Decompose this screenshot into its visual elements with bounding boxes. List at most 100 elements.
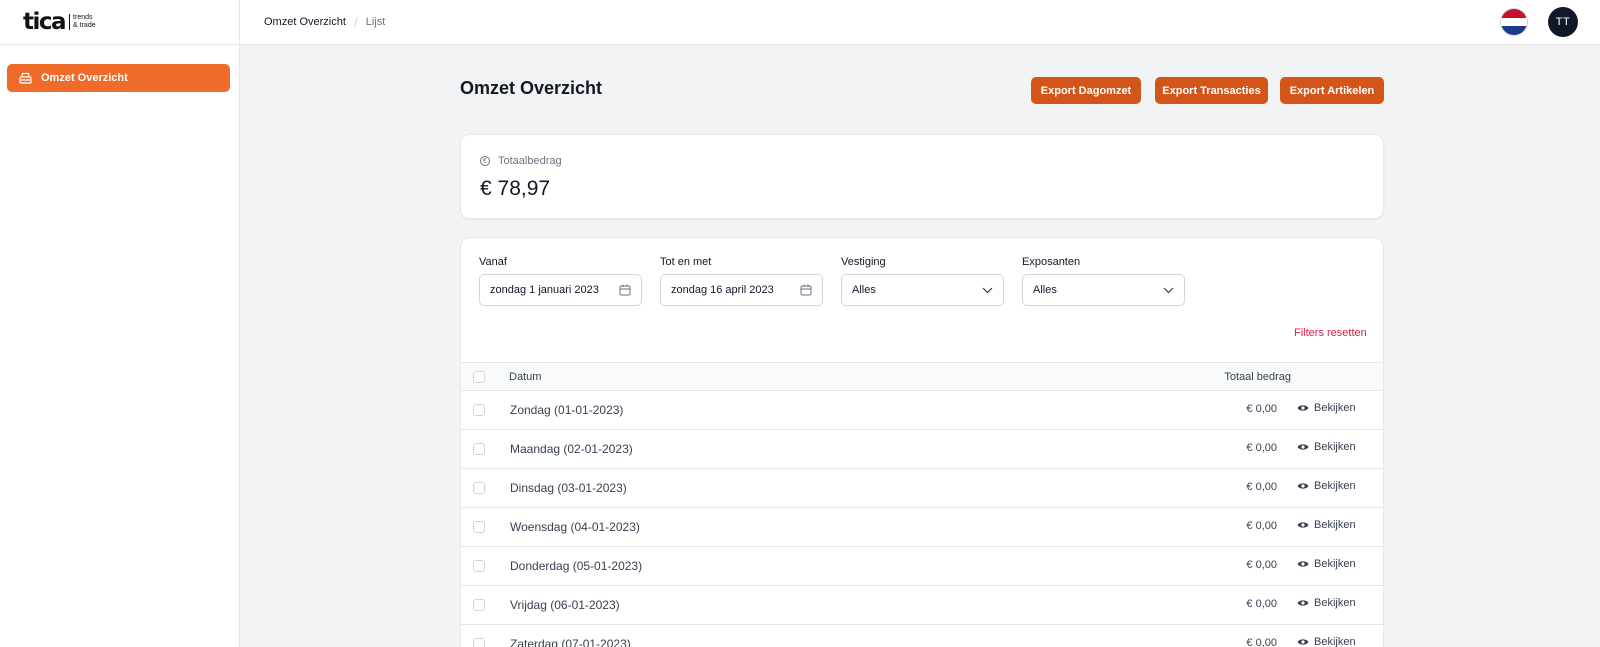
row-date: Vrijdag (06-01-2023) [510,598,620,612]
filter-exposanten-label: Exposanten [1022,256,1081,268]
row-checkbox[interactable] [473,404,485,416]
eye-icon [1297,561,1309,567]
filter-tot-en-met: Tot en met zondag 16 april 2023 [660,256,823,306]
vestiging-value: Alles [852,284,876,296]
row-amount: € 0,00 [1246,403,1277,415]
sidebar-item-label: Omzet Overzicht [41,72,128,84]
brand-logo[interactable]: tica trends & trade [0,0,239,45]
eye-icon [1297,405,1309,411]
exposanten-value: Alles [1033,284,1057,296]
view-button[interactable]: Bekijken [1297,558,1356,570]
breadcrumb-omzet-overzicht[interactable]: Omzet Overzicht [264,16,346,28]
eye-icon [1297,444,1309,450]
view-button[interactable]: Bekijken [1297,636,1356,647]
chevron-down-icon [982,287,993,293]
view-label: Bekijken [1314,480,1356,492]
view-button[interactable]: Bekijken [1297,441,1356,453]
table-row: Maandag (02-01-2023) € 0,00 Bekijken [461,430,1383,469]
row-checkbox[interactable] [473,599,485,611]
total-value: € 78,97 [480,177,551,200]
column-header-datum[interactable]: Datum [509,371,541,383]
row-amount: € 0,00 [1246,598,1277,610]
filter-vestiging: Vestiging Alles [841,256,1004,306]
row-date: Zondag (01-01-2023) [510,403,624,417]
row-date: Dinsdag (03-01-2023) [510,481,627,495]
view-button[interactable]: Bekijken [1297,402,1356,414]
row-checkbox[interactable] [473,638,485,647]
total-amount-card: € Totaalbedrag € 78,97 [460,134,1384,219]
view-button[interactable]: Bekijken [1297,519,1356,531]
filter-vanaf-label: Vanaf [479,256,507,268]
total-label: € Totaalbedrag [480,155,562,167]
euro-icon: € [480,156,490,166]
netherlands-flag-icon[interactable] [1500,8,1528,36]
view-label: Bekijken [1314,558,1356,570]
breadcrumb: Omzet Overzicht / Lijst [264,0,385,44]
row-checkbox[interactable] [473,560,485,572]
select-all-checkbox[interactable] [473,371,485,383]
filter-tot-label: Tot en met [660,256,712,268]
export-artikelen-button[interactable]: Export Artikelen [1280,77,1384,104]
column-header-totaal-bedrag[interactable]: Totaal bedrag [1224,371,1291,383]
view-label: Bekijken [1314,402,1356,414]
row-checkbox[interactable] [473,521,485,533]
view-label: Bekijken [1314,636,1356,647]
eye-icon [1297,600,1309,606]
eye-icon [1297,483,1309,489]
eye-icon [1297,639,1309,645]
row-date: Donderdag (05-01-2023) [510,559,643,573]
eye-icon [1297,522,1309,528]
table-row: Zondag (01-01-2023) € 0,00 Bekijken [461,391,1383,430]
table-row: Zaterdag (07-01-2023) € 0,00 Bekijken [461,625,1383,647]
row-amount: € 0,00 [1246,442,1277,454]
user-avatar[interactable]: TT [1548,7,1578,37]
table-header: Datum Totaal bedrag [461,362,1383,391]
table-row: Woensdag (04-01-2023) € 0,00 Bekijken [461,508,1383,547]
revenue-list-card: Vanaf zondag 1 januari 2023 Tot en met z… [460,237,1384,647]
top-bar: Omzet Overzicht / Lijst TT [240,0,1600,45]
brand-tagline: trends & trade [69,14,96,30]
page-title: Omzet Overzicht [460,78,603,98]
table-row: Dinsdag (03-01-2023) € 0,00 Bekijken [461,469,1383,508]
view-label: Bekijken [1314,597,1356,609]
filter-vanaf: Vanaf zondag 1 januari 2023 [479,256,642,306]
view-label: Bekijken [1314,441,1356,453]
filter-vestiging-label: Vestiging [841,256,886,268]
view-label: Bekijken [1314,519,1356,531]
date-to-input[interactable]: zondag 16 april 2023 [660,274,823,306]
row-amount: € 0,00 [1246,637,1277,647]
row-amount: € 0,00 [1246,520,1277,532]
brand-name: tica [23,8,67,35]
export-dagomzet-button[interactable]: Export Dagomzet [1031,77,1141,104]
date-from-input[interactable]: zondag 1 januari 2023 [479,274,642,306]
brand-tagline-2: & trade [73,22,96,29]
row-date: Zaterdag (07-01-2023) [510,637,631,647]
export-transacties-button[interactable]: Export Transacties [1155,77,1268,104]
table-row: Donderdag (05-01-2023) € 0,00 Bekijken [461,547,1383,586]
cash-register-icon [19,72,32,84]
row-checkbox[interactable] [473,482,485,494]
exposanten-select[interactable]: Alles [1022,274,1185,306]
breadcrumb-separator: / [353,14,358,30]
view-button[interactable]: Bekijken [1297,597,1356,609]
brand-tagline-1: trends [73,14,93,21]
date-to-value: zondag 16 april 2023 [671,284,774,296]
row-date: Maandag (02-01-2023) [510,442,633,456]
row-checkbox[interactable] [473,443,485,455]
calendar-icon [800,284,812,296]
calendar-icon [619,284,631,296]
row-amount: € 0,00 [1246,481,1277,493]
breadcrumb-lijst: Lijst [365,16,386,28]
total-label-text: Totaalbedrag [498,155,562,167]
row-date: Woensdag (04-01-2023) [510,520,640,534]
sidebar-item-omzet-overzicht[interactable]: Omzet Overzicht [7,64,230,92]
chevron-down-icon [1163,287,1174,293]
vestiging-select[interactable]: Alles [841,274,1004,306]
filter-exposanten: Exposanten Alles [1022,256,1185,306]
reset-filters-link[interactable]: Filters resetten [1294,327,1367,339]
date-from-value: zondag 1 januari 2023 [490,284,599,296]
table-row: Vrijdag (06-01-2023) € 0,00 Bekijken [461,586,1383,625]
row-amount: € 0,00 [1246,559,1277,571]
sidebar: tica trends & trade Omzet Overzicht [0,0,240,647]
view-button[interactable]: Bekijken [1297,480,1356,492]
